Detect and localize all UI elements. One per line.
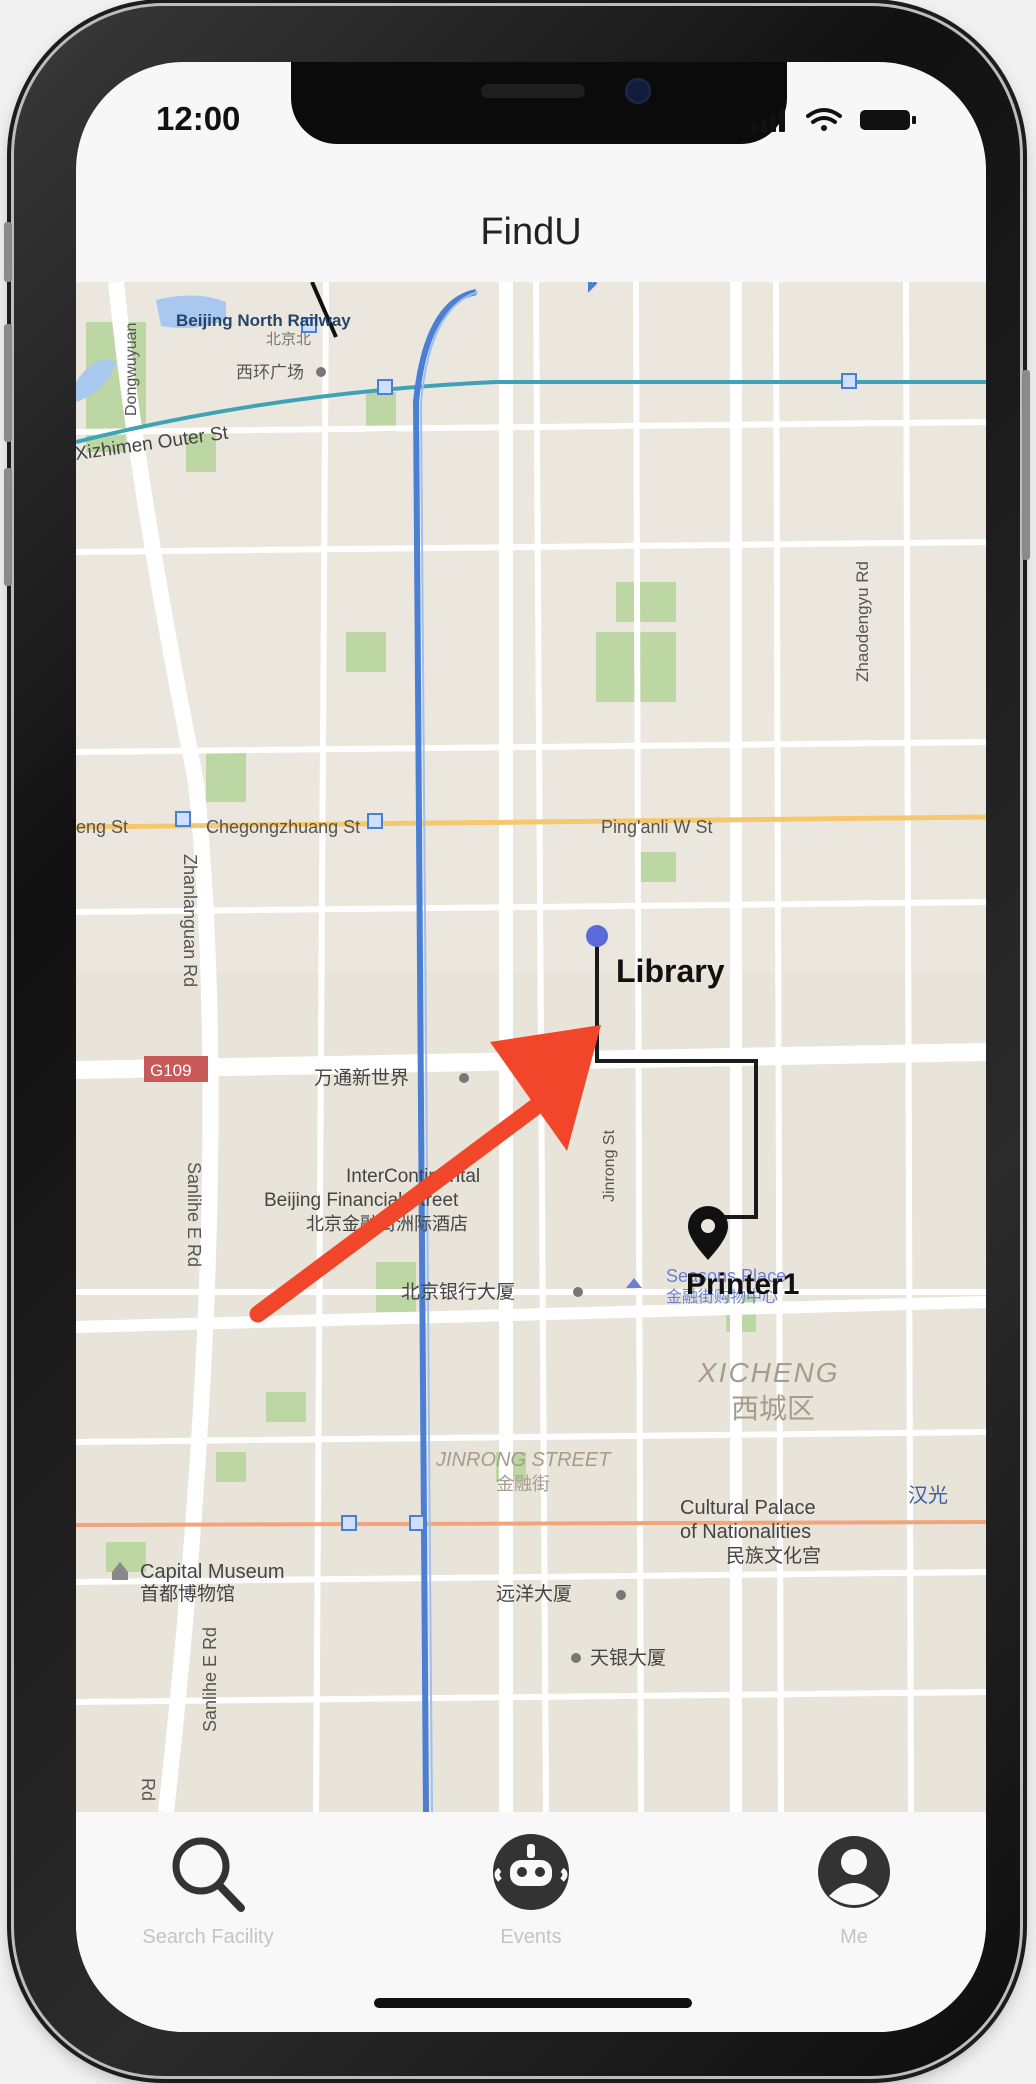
map-label-zhaodengyu-rd: Zhaodengyu Rd	[853, 561, 872, 682]
poi-marker-tianyin	[571, 1653, 581, 1663]
map-label-capital-museum-cn: 首都博物馆	[140, 1583, 235, 1605]
poi-marker-yuanyang	[616, 1590, 626, 1600]
map-label-sanlihe-e-rd-2: Sanlihe E Rd	[200, 1627, 220, 1732]
screen: 12:00 FindU Beijing North Railway 北京北 西环…	[76, 62, 986, 2032]
map-label-tianyin: 天银大厦	[590, 1647, 666, 1669]
phone-frame: 12:00 FindU Beijing North Railway 北京北 西环…	[4, 6, 1030, 2076]
notch	[291, 62, 787, 144]
map-label-cultural-palace-1: Cultural Palace	[680, 1497, 816, 1519]
map-label-rd-edge: Rd	[138, 1778, 158, 1801]
poi-marker-bank	[573, 1287, 583, 1297]
map-label-capital-museum: Capital Museum	[140, 1561, 285, 1583]
map-label-wantong: 万通新世界	[314, 1067, 409, 1089]
map-label-bank-building: 北京银行大厦	[401, 1281, 515, 1303]
status-time: 12:00	[156, 100, 241, 137]
map-label-beijing-north-railway: Beijing North Railway	[176, 311, 351, 330]
signal-icon	[752, 109, 785, 132]
map-label-jinrong-st: Jinrong St	[601, 1129, 618, 1202]
power-button	[1022, 370, 1030, 560]
poi-marker-xihuan	[316, 367, 326, 377]
route-end-label: Printer1	[686, 1268, 799, 1301]
map-label-sanlihe-e-rd-1: Sanlihe E Rd	[184, 1162, 204, 1267]
tab-me[interactable]: Me	[734, 1830, 974, 1949]
tab-label-me: Me	[840, 1926, 868, 1948]
map-label-dongwuyuan: Dongwuyuan	[123, 323, 140, 416]
tab-events[interactable]: Events	[411, 1830, 651, 1949]
map-label-zhanlanguan-rd: Zhanlanguan Rd	[180, 854, 200, 987]
volume-up-button	[4, 324, 12, 442]
map-label-eng-st: eng St	[76, 817, 128, 837]
map-view[interactable]: Beijing North Railway 北京北 西环广场 Dongwuyua…	[76, 282, 986, 1812]
map-label-chegongzhuang-st: Chegongzhuang St	[206, 817, 360, 837]
profile-icon	[818, 1836, 890, 1908]
route-start-label: Library	[616, 953, 725, 989]
map-label-jinrong-street-cn: 金融街	[496, 1474, 550, 1494]
tab-label-events: Events	[500, 1926, 562, 1948]
destination-pin-hole	[701, 1219, 715, 1233]
page-title: FindU	[480, 211, 582, 253]
route-start-dot[interactable]	[586, 925, 608, 947]
tab-label-search-facility: Search Facility	[142, 1926, 274, 1948]
map-label-beijing-north-cn: 北京北	[266, 331, 311, 348]
search-icon	[172, 1837, 245, 1912]
home-indicator[interactable]	[374, 1998, 692, 2008]
map-label-xicheng: XICHENG	[697, 1357, 840, 1388]
battery-icon	[860, 110, 916, 130]
tab-search-facility[interactable]: Search Facility	[88, 1830, 328, 1949]
map-label-xihuan-plaza: 西环广场	[236, 363, 304, 382]
events-icon	[493, 1834, 569, 1910]
map-canvas[interactable]: Beijing North Railway 北京北 西环广场 Dongwuyua…	[76, 282, 986, 1812]
map-label-jinrong-street: JINRONG STREET	[435, 1449, 612, 1471]
wifi-icon	[806, 108, 842, 131]
volume-down-button	[4, 468, 12, 586]
nav-bar: FindU	[76, 182, 986, 282]
tab-bar: Search Facility Events Me	[76, 1812, 986, 2032]
poi-marker-wantong	[459, 1073, 469, 1083]
map-label-g109: G109	[150, 1061, 192, 1080]
map-label-pinganli-w-st: Ping'anli W St	[601, 817, 712, 837]
speaker-grille	[481, 84, 585, 98]
map-label-xicheng-cn: 西城区	[731, 1393, 815, 1424]
map-label-cultural-palace-2: of Nationalities	[680, 1521, 811, 1543]
status-icons	[752, 108, 916, 132]
silent-switch	[4, 222, 12, 282]
map-label-hanguang: 汉光	[908, 1484, 948, 1507]
front-camera	[625, 78, 651, 104]
map-label-yuanyang: 远洋大厦	[496, 1583, 572, 1605]
status-bar: 12:00	[76, 62, 986, 182]
map-label-cultural-palace-cn: 民族文化宫	[726, 1545, 821, 1567]
